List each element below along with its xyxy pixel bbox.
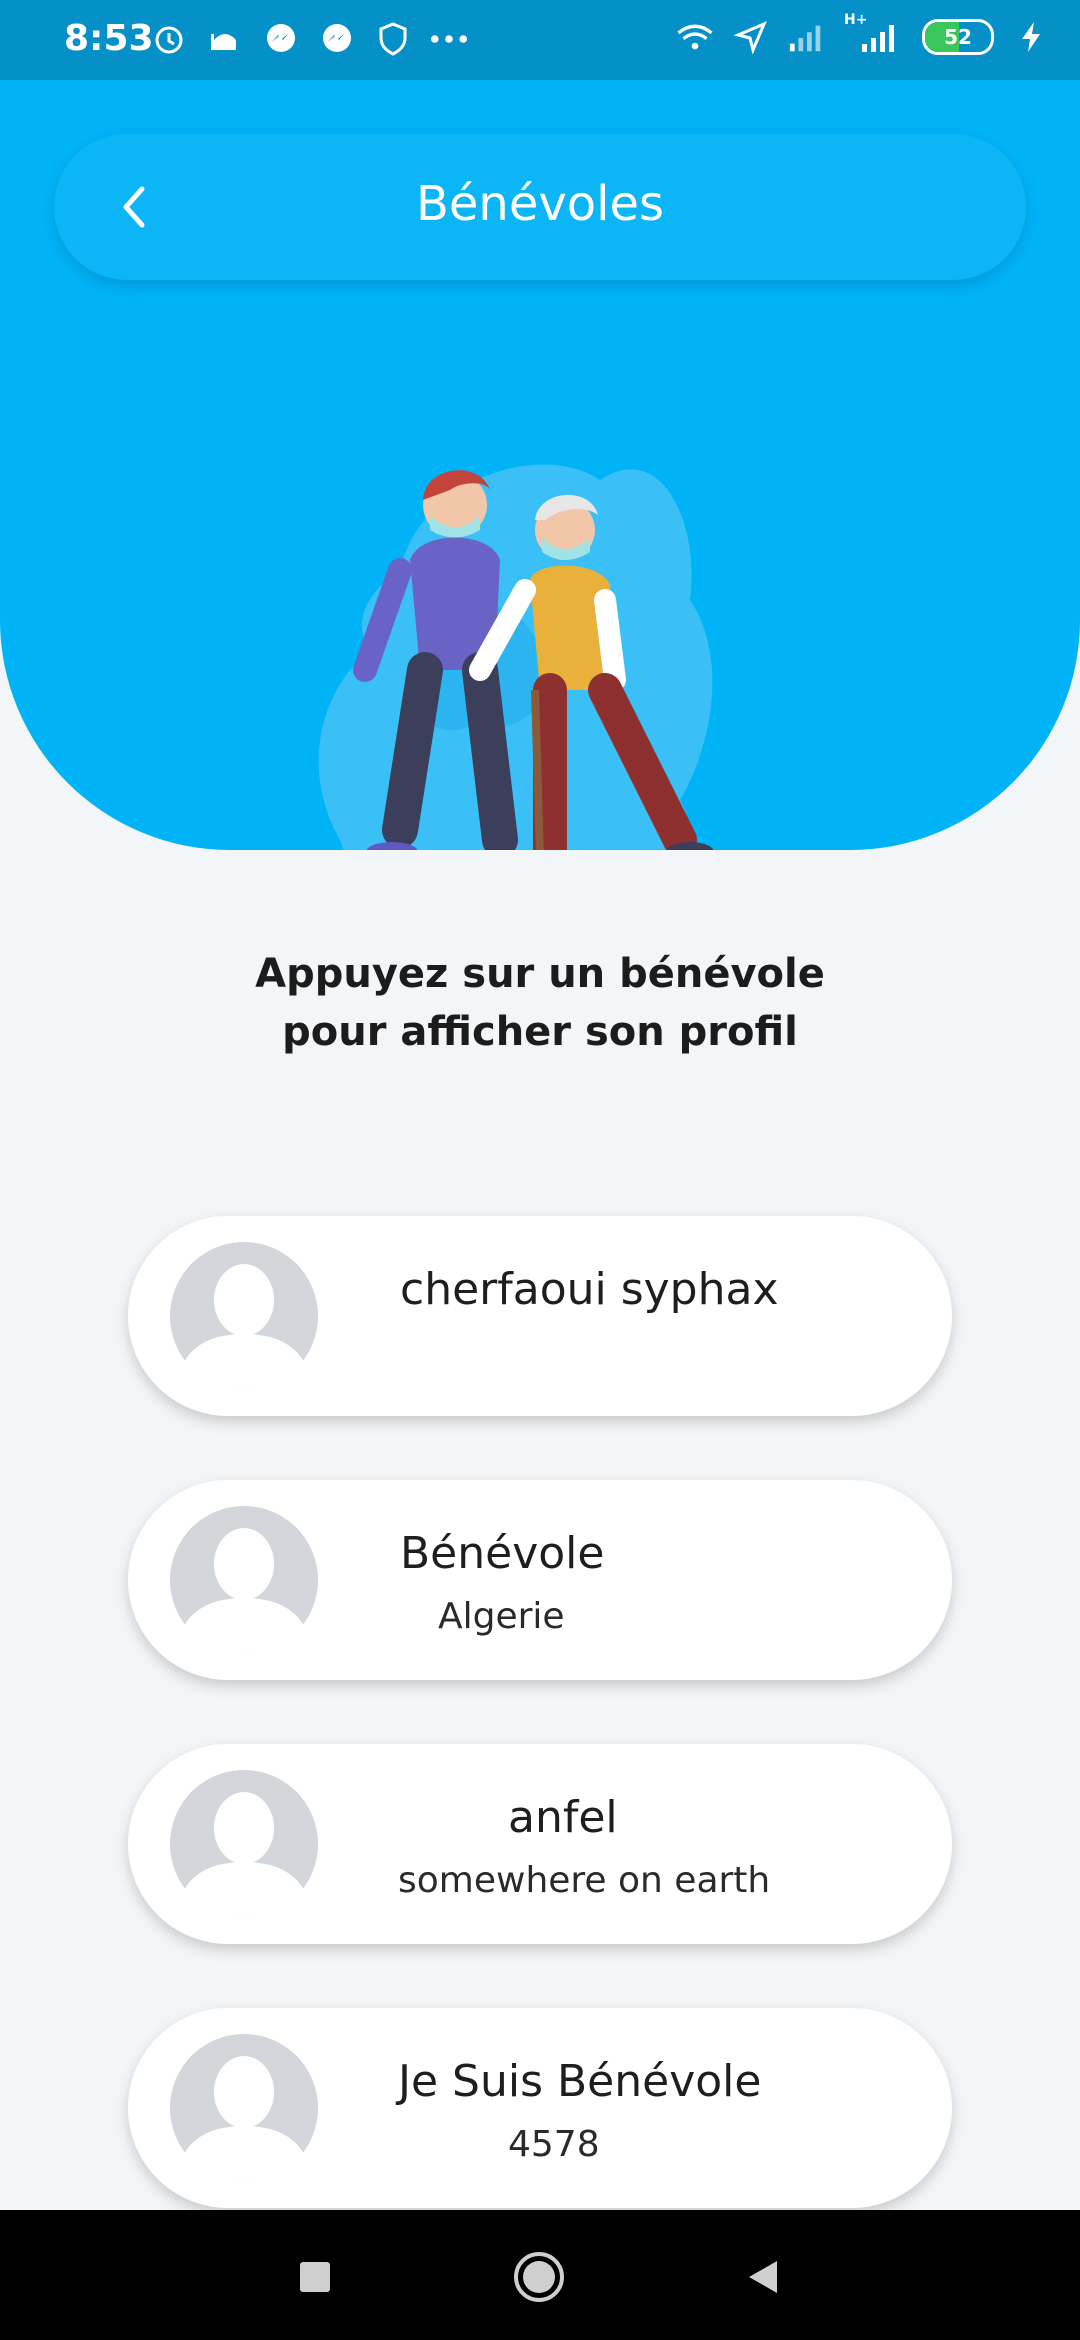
battery-icon: 52	[922, 19, 994, 55]
volunteer-card[interactable]: Je Suis Bénévole 4578	[128, 2008, 952, 2208]
more-dots-icon	[430, 20, 468, 58]
status-icons-left	[150, 20, 468, 58]
instruction-text: Appuyez sur un bénévole pour afficher so…	[140, 945, 940, 1061]
volunteer-card[interactable]: anfel somewhere on earth	[128, 1744, 952, 1944]
volunteer-name: cherfaoui syphax	[400, 1264, 779, 1315]
avatar-placeholder-icon	[170, 1770, 318, 1918]
top-app-bar: Bénévoles	[54, 134, 1026, 280]
messenger-icon	[318, 20, 356, 58]
messenger-icon	[262, 20, 300, 58]
status-time: 8:53	[64, 18, 154, 59]
recent-apps-icon	[300, 2262, 330, 2292]
avatar-placeholder-icon	[170, 1242, 318, 1390]
volunteer-location: 4578	[508, 2124, 600, 2165]
instruction-line-1: Appuyez sur un bénévole	[255, 951, 825, 997]
volunteer-card-text: Je Suis Bénévole 4578	[368, 2008, 912, 2208]
volunteer-name: Je Suis Bénévole	[398, 2056, 762, 2107]
volunteer-name: anfel	[508, 1792, 618, 1843]
back-icon	[749, 2261, 777, 2293]
volunteer-card[interactable]: cherfaoui syphax	[128, 1216, 952, 1416]
volunteer-card-text: anfel somewhere on earth	[368, 1744, 912, 1944]
volunteer-card-text: Bénévole Algerie	[368, 1480, 912, 1680]
system-nav-bar	[0, 2210, 1080, 2340]
charging-bolt-icon	[1012, 18, 1050, 56]
home-button[interactable]	[512, 2250, 566, 2304]
volunteer-name: Bénévole	[400, 1528, 605, 1579]
status-bar: 8:53 H+ 52	[0, 0, 1080, 80]
battery-level: 52	[944, 25, 972, 49]
avatar-placeholder-icon	[170, 2034, 318, 2182]
mosque-icon	[206, 20, 244, 58]
avatar-placeholder-icon	[170, 1506, 318, 1654]
status-icons-right: H+ 52	[676, 12, 1050, 56]
volunteer-helping-elder-illustration	[318, 464, 714, 850]
recent-apps-button[interactable]	[288, 2250, 342, 2304]
instruction-line-2: pour afficher son profil	[282, 1009, 798, 1055]
volunteer-card-text: cherfaoui syphax	[368, 1216, 912, 1416]
home-icon	[514, 2252, 564, 2302]
volunteer-card[interactable]: Bénévole Algerie	[128, 1480, 952, 1680]
signal-icon	[788, 18, 826, 56]
page-title: Bénévoles	[415, 176, 665, 232]
back-nav-button[interactable]	[736, 2250, 790, 2304]
shield-icon	[374, 20, 412, 58]
network-type-label: H+	[844, 12, 868, 28]
wifi-icon	[676, 18, 714, 56]
signal-hplus-icon: H+	[844, 12, 904, 56]
location-arrow-icon	[732, 18, 770, 56]
volunteer-location: Algerie	[438, 1596, 565, 1637]
alarm-icon	[150, 20, 188, 58]
volunteer-location: somewhere on earth	[398, 1860, 771, 1901]
